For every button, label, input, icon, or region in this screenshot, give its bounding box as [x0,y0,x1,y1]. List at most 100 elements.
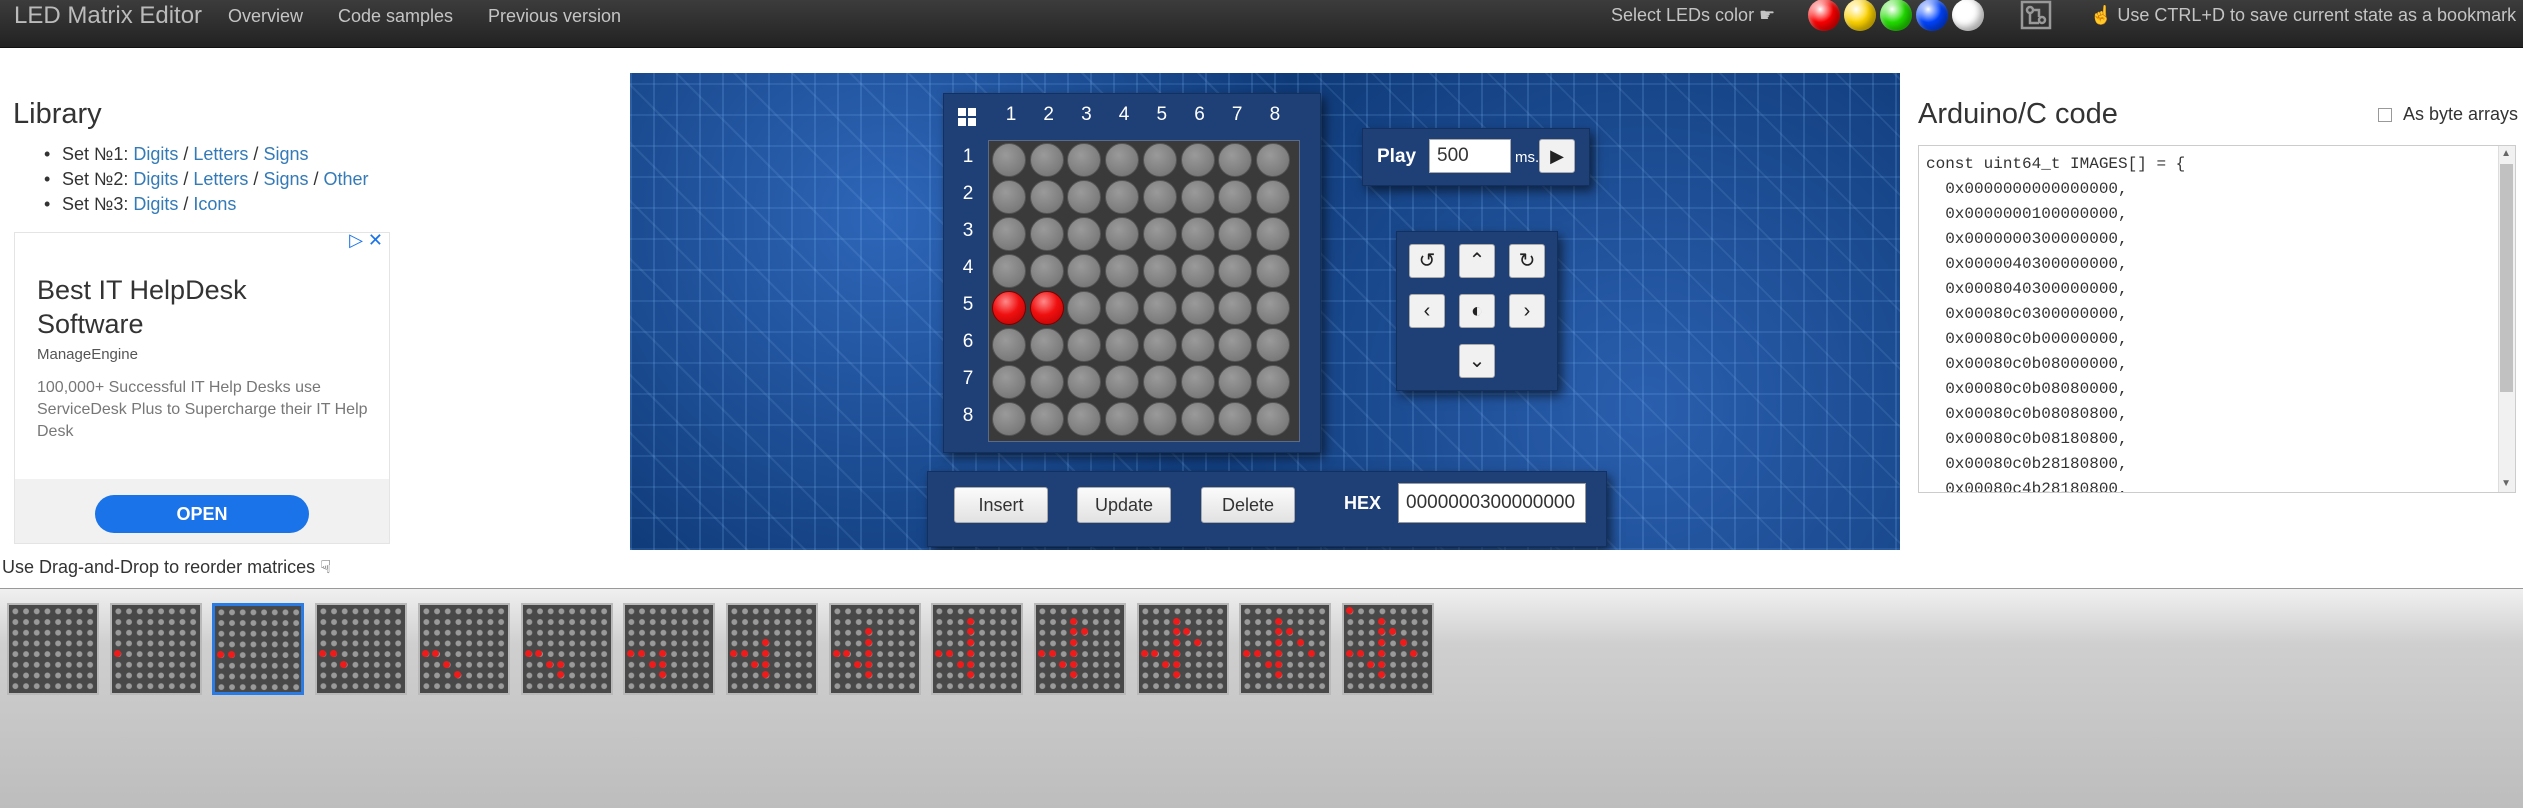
led-cell[interactable] [1180,217,1215,251]
led-cell[interactable] [1105,365,1140,399]
matrix-frame[interactable] [520,603,613,695]
play-button[interactable]: ▶ [1539,139,1575,173]
row-label[interactable]: 4 [958,257,978,279]
matrix-frame[interactable] [1342,603,1435,695]
led-cell[interactable] [1142,291,1177,325]
led-cell[interactable] [992,143,1026,177]
led-cell[interactable] [1067,402,1102,436]
led-cell[interactable] [1255,402,1290,436]
set1-letters-link[interactable]: Letters [193,144,248,164]
led-cell[interactable] [1255,217,1290,251]
app-brand[interactable]: LED Matrix Editor [14,2,202,30]
matrix-frame[interactable] [623,603,716,695]
toggle-all-icon[interactable] [958,108,976,126]
scroll-thumb[interactable] [2500,164,2513,392]
matrix-frame[interactable] [417,603,510,695]
led-cell[interactable] [1105,328,1140,362]
led-cell[interactable] [1105,180,1140,214]
led-cell[interactable] [1218,180,1253,214]
ad-title[interactable]: Best IT HelpDesk Software [37,273,357,341]
led-cell[interactable] [1255,143,1290,177]
column-label[interactable]: 6 [1185,104,1215,126]
column-label[interactable]: 1 [996,104,1026,126]
color-yellow-button[interactable] [1844,0,1876,31]
shift-right-button[interactable]: › [1509,294,1545,328]
led-cell[interactable] [1029,402,1064,436]
led-cell[interactable] [1105,291,1140,325]
led-cell[interactable] [1105,402,1140,436]
led-cell[interactable] [1180,254,1215,288]
led-cell[interactable] [1142,180,1177,214]
matrix-frame[interactable] [931,603,1024,695]
led-cell[interactable] [1142,143,1177,177]
matrix-frame[interactable] [1239,603,1332,695]
led-cell[interactable] [992,291,1026,325]
matrix-frame[interactable] [7,603,99,695]
matrix-frame[interactable] [212,603,305,695]
led-cell[interactable] [1255,365,1290,399]
update-button[interactable]: Update [1077,487,1171,523]
matrix-frame[interactable] [1136,603,1229,695]
nav-previous-version[interactable]: Previous version [488,6,621,27]
column-label[interactable]: 8 [1260,104,1290,126]
led-cell[interactable] [1255,180,1290,214]
led-cell[interactable] [1180,143,1215,177]
led-cell[interactable] [992,365,1026,399]
led-cell[interactable] [1067,291,1102,325]
led-cell[interactable] [1142,217,1177,251]
led-cell[interactable] [992,328,1026,362]
led-cell[interactable] [992,402,1026,436]
shift-down-button[interactable]: ⌄ [1459,344,1495,378]
column-label[interactable]: 2 [1034,104,1064,126]
hex-input[interactable]: 0000000300000000 [1398,483,1586,523]
led-cell[interactable] [1142,402,1177,436]
shift-up-button[interactable]: ⌃ [1459,244,1495,278]
play-interval-input[interactable]: 500 [1429,139,1511,173]
nav-overview[interactable]: Overview [228,6,303,27]
led-cell[interactable] [1067,217,1102,251]
led-cell[interactable] [1218,402,1253,436]
row-label[interactable]: 6 [958,331,978,353]
led-cell[interactable] [1029,254,1064,288]
code-scrollbar[interactable]: ▲ ▼ [2498,146,2515,492]
matrix-frame[interactable] [315,603,408,695]
led-cell[interactable] [1218,143,1253,177]
led-cell[interactable] [1105,217,1140,251]
led-cell[interactable] [1142,365,1177,399]
led-cell[interactable] [1218,328,1253,362]
scroll-down-icon[interactable]: ▼ [2501,478,2511,489]
color-red-button[interactable] [1808,0,1840,31]
column-label[interactable]: 7 [1222,104,1252,126]
matrix-frame[interactable] [109,603,202,695]
ad-choices-icon[interactable]: ▷ ✕ [349,230,383,251]
led-cell[interactable] [1067,254,1102,288]
led-cell[interactable] [1029,217,1064,251]
byte-arrays-label[interactable]: As byte arrays [2403,104,2518,125]
led-cell[interactable] [992,254,1026,288]
nav-code-samples[interactable]: Code samples [338,6,453,27]
circuit-board-icon[interactable] [2020,0,2052,30]
column-label[interactable]: 5 [1147,104,1177,126]
invert-button[interactable]: ◐ [1459,294,1495,328]
row-label[interactable]: 1 [958,146,978,168]
matrix-frame[interactable] [828,603,921,695]
set2-letters-link[interactable]: Letters [193,169,248,189]
insert-button[interactable]: Insert [954,487,1048,523]
scroll-up-icon[interactable]: ▲ [2501,148,2511,159]
column-label[interactable]: 3 [1071,104,1101,126]
set1-signs-link[interactable]: Signs [263,144,308,164]
led-cell[interactable] [992,180,1026,214]
led-cell[interactable] [1180,180,1215,214]
column-label[interactable]: 4 [1109,104,1139,126]
led-cell[interactable] [1180,328,1215,362]
led-cell[interactable] [1029,143,1064,177]
ad-open-button[interactable]: OPEN [95,495,309,533]
set1-digits-link[interactable]: Digits [133,144,178,164]
led-cell[interactable] [1029,291,1064,325]
led-cell[interactable] [1029,180,1064,214]
matrix-frame[interactable] [725,603,818,695]
set2-digits-link[interactable]: Digits [133,169,178,189]
color-green-button[interactable] [1880,0,1912,31]
ad-banner[interactable]: ▷ ✕ Best IT HelpDesk Software ManageEngi… [14,230,390,544]
row-label[interactable]: 5 [958,294,978,316]
